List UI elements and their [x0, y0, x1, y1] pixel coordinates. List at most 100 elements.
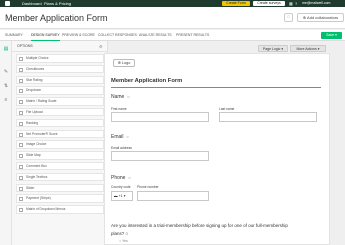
page-title: Member Application Form	[5, 13, 108, 23]
question-type-label: Ranking	[26, 120, 39, 125]
question-type-comment-box[interactable]: Comment Box	[16, 161, 104, 171]
page-logic-button[interactable]: Page Logic ▾	[258, 45, 288, 52]
tab-present-results[interactable]: PRESENT RESULTS	[176, 30, 209, 41]
question-trial-membership[interactable]: Are you interested in a trial-membership…	[111, 222, 301, 237]
add-logo-button[interactable]: ⊕ Logo	[113, 59, 135, 67]
options-title: OPTIONS	[17, 44, 33, 48]
chevron-down-icon: ▾	[335, 33, 337, 37]
settings-icon[interactable]: ⚙	[99, 44, 103, 49]
question-type-icon	[19, 67, 23, 72]
question-type-label: Star Rating	[26, 77, 43, 82]
question-type-image-choice[interactable]: Image Choice	[16, 140, 104, 149]
question-type-label: Single Textbox	[26, 174, 48, 179]
question-type-label: File Upload	[26, 109, 43, 114]
question-email[interactable]: Email ○	[111, 134, 129, 140]
email-address-input[interactable]	[111, 151, 209, 161]
question-text: Are you interested in a trial-membership…	[111, 223, 288, 236]
tab-summary[interactable]: SUMMARY	[5, 30, 23, 41]
question-type-label: Checkboxes	[26, 66, 45, 71]
question-type-label: Comment Box	[26, 163, 47, 168]
title-divider	[111, 87, 321, 88]
tab-preview-score[interactable]: PREVIEW & SCORE	[62, 30, 95, 41]
tab-analyze-results[interactable]: ANALYZE RESULTS	[139, 30, 172, 41]
question-text: Phone	[111, 175, 126, 181]
more-actions-button[interactable]: More Actions ▾	[290, 45, 326, 52]
design-icon[interactable]: ✎	[3, 69, 9, 75]
question-type-slider[interactable]: Slider	[16, 183, 104, 193]
create-form-button[interactable]: Create Form	[222, 1, 250, 6]
comment-icon[interactable]: ○	[126, 134, 128, 139]
options-icon[interactable]: ≡	[3, 97, 9, 103]
survey-title-bar: Member Application Form ◌ ⊕ Add collabor…	[0, 7, 345, 29]
question-type-star-rating[interactable]: Star Rating	[16, 75, 104, 85]
add-collaborators-button[interactable]: ⊕ Add collaborators	[297, 13, 344, 22]
question-type-icon	[19, 186, 23, 191]
help-icon[interactable]: ?	[295, 1, 297, 6]
question-type-ranking[interactable]: Ranking	[16, 118, 104, 128]
top-navigation-bar: Dashboard Plans & Pricing Create Form Cr…	[0, 0, 345, 7]
tab-collect-responses[interactable]: COLLECT RESPONSES	[98, 30, 137, 41]
first-name-label: First name	[111, 107, 127, 111]
question-type-icon	[19, 164, 23, 169]
save-label: Save	[326, 33, 335, 37]
question-type-file-upload[interactable]: File Upload	[16, 107, 104, 117]
build-icon[interactable]: ▤	[3, 46, 9, 52]
question-type-icon	[19, 57, 23, 61]
comment-icon[interactable]: ○	[128, 175, 130, 180]
apps-grid-icon[interactable]: ▦	[289, 1, 293, 6]
question-type-label: Matrix / Rating Scale	[26, 99, 57, 104]
first-name-input[interactable]	[111, 112, 209, 122]
question-phone[interactable]: Phone ○	[111, 175, 131, 181]
tab-design-survey[interactable]: DESIGN SURVEY	[31, 30, 60, 41]
question-type-list: Multiple Choice Checkboxes Star Rating D…	[16, 54, 104, 216]
survey-title[interactable]: Member Application Form	[111, 78, 182, 84]
create-surveys-button[interactable]: Create surveys	[253, 1, 285, 6]
country-code-label: Country code	[111, 185, 131, 189]
account-email[interactable]: me@mailwell.com	[302, 1, 330, 6]
comment-icon[interactable]: ○	[126, 231, 129, 236]
question-name[interactable]: Name ○	[111, 94, 130, 100]
question-type-matrix-rating-scale[interactable]: Matrix / Rating Scale	[16, 97, 104, 106]
question-type-label: Slider	[26, 185, 35, 190]
question-type-label: Multiple Choice	[26, 56, 49, 60]
nav-plans-pricing[interactable]: Plans & Pricing	[44, 1, 71, 6]
question-type-icon	[19, 89, 23, 94]
question-type-multiple-choice[interactable]: Multiple Choice	[16, 54, 104, 63]
question-type-label: Matrix of Dropdown Menus	[26, 207, 66, 212]
question-type-payment-stripe[interactable]: Payment (Stripe)	[16, 194, 104, 203]
country-code-value: ▬ +1 ▾	[114, 192, 126, 200]
comment-icon[interactable]: ○	[127, 94, 129, 99]
question-type-single-textbox[interactable]: Single Textbox	[16, 172, 104, 182]
last-name-input[interactable]	[219, 112, 317, 122]
question-type-slide-map[interactable]: Slide Map	[16, 151, 104, 160]
question-type-checkboxes[interactable]: Checkboxes	[16, 64, 104, 74]
left-tool-rail: ▤ ✎ ⇅ ≡	[0, 41, 12, 245]
question-type-dropdown[interactable]: Dropdown	[16, 86, 104, 95]
question-type-net-promoter-score[interactable]: Net Promoter® Score	[16, 129, 104, 139]
question-type-label: Dropdown	[26, 88, 42, 93]
question-type-icon	[19, 175, 23, 180]
question-type-matrix-dropdown-menus[interactable]: Matrix of Dropdown Menus	[16, 205, 104, 214]
phone-number-input[interactable]	[137, 191, 209, 201]
survey-tabs: SUMMARY DESIGN SURVEY PREVIEW & SCORE CO…	[0, 30, 345, 41]
country-code-text: +1 ▾	[118, 194, 126, 198]
app-logo-icon[interactable]	[5, 1, 10, 6]
question-type-icon	[19, 110, 23, 115]
question-type-icon	[19, 197, 23, 202]
share-icon[interactable]: ◌	[284, 13, 293, 22]
question-type-icon	[19, 143, 23, 148]
survey-page: ⊕ Logo Member Application Form Name ○ Fi…	[104, 53, 330, 245]
question-type-icon	[19, 100, 23, 105]
option-yes[interactable]: ○ Yes	[119, 239, 128, 243]
options-panel-header: OPTIONS ⚙	[12, 41, 108, 52]
add-collaborators-label: Add collaborators	[307, 15, 339, 20]
question-type-icon	[19, 132, 23, 137]
save-button[interactable]: Save ▾	[321, 32, 342, 39]
question-type-icon	[19, 208, 23, 213]
question-type-label: Net Promoter® Score	[26, 131, 58, 136]
option-yes-label: Yes	[122, 239, 128, 243]
nav-dashboard[interactable]: Dashboard	[22, 1, 42, 6]
email-address-label: Email address	[111, 146, 132, 150]
last-name-label: Last name	[219, 107, 235, 111]
logic-icon[interactable]: ⇅	[3, 83, 9, 89]
